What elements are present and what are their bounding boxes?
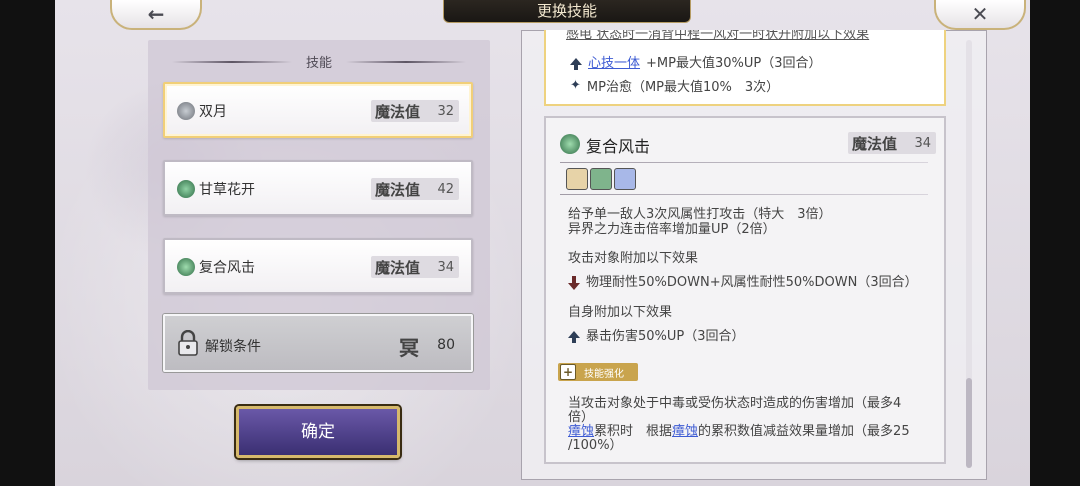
enhance-badge-label: 技能强化 [584,369,624,380]
effect-text: MP治愈（MP最大值10% 3次） [586,80,780,95]
mp-value: 34 [914,136,931,151]
unlock-requirement-icon: 冥 [399,336,419,360]
mp-cost: 魔法值 34 [848,132,936,154]
target-heading: 攻击对象附加以下效果 [568,251,699,266]
detail-skill-name: 复合风击 [586,137,651,156]
skill-enhance-badge: + 技能强化 [558,363,638,381]
mp-label: 魔法值 [375,259,421,277]
sparkle-icon: ✦ [570,78,581,93]
mp-cost: 魔法值 42 [371,178,459,200]
self-heading: 自身附加以下效果 [568,305,673,320]
selected-skill-effects: 感电 状态时一消背中程一风对一时状开附加以下效果 心技一体 +MP最大值30%U… [544,30,946,106]
plus-icon: + [560,364,576,380]
mp-value: 42 [437,182,454,197]
divider [560,162,928,163]
mp-cost: 魔法值 32 [371,100,459,122]
buff-up-icon [570,58,582,70]
self-effect-row: 暴击伤害50%UP（3回合） [568,329,745,344]
target-effect: 物理耐性50%DOWN+风属性耐性50%DOWN（3回合） [586,275,918,290]
enhance-text: 的累积数值减益效果量增加（最多25 [698,424,910,439]
debuff-down-icon [568,276,580,290]
enhance-text: /100%） [568,438,623,453]
lock-icon [178,330,198,356]
close-icon: ✕ [971,2,989,26]
sword-attribute-icon [566,168,588,190]
buff-up-icon [568,331,580,343]
divider [560,194,928,195]
effect-text: +MP最大值30%UP（3回合） [646,56,822,71]
combo-attribute-icon [614,168,636,190]
enhance-text: 累积时 根据 [594,424,673,439]
enhance-text: 当攻击对象处于中毒或受伤状态时造成的伤害增加（最多4 [568,396,902,411]
skill-name: 甘草花开 [199,182,255,198]
back-arrow-icon: ← [147,2,165,26]
effect-row-xinji: 心技一体 +MP最大值30%UP（3回合） [570,52,821,71]
mp-cost: 魔法值 34 [371,256,459,278]
back-button[interactable]: ← [110,0,202,30]
leaf-skill-icon [177,180,195,198]
confirm-button[interactable]: 确定 [236,406,400,458]
skill-detail-card: 复合风击 魔法值 34 给予单一敌人3次风属性打攻击（特大 3倍） 异界之力连击… [544,116,946,464]
skill-card-fuhe[interactable]: 复合风击 魔法值 34 [163,238,473,294]
wind-skill-icon [177,258,195,276]
effect-line: 给予单一敌人3次风属性打攻击（特大 3倍） [568,207,832,222]
enhance-text: 倍） [568,410,595,425]
skill-name: 复合风击 [199,260,255,276]
mp-label: 魔法值 [375,103,421,121]
skill-card-shuangyue[interactable]: 双月 魔法值 32 [163,82,473,138]
unlock-condition-label: 解锁条件 [205,339,261,355]
header-ornament-right [346,61,466,63]
zhangshi-link[interactable]: 瘴蚀 [672,424,698,439]
mp-label: 魔法值 [375,181,421,199]
self-effect: 暴击伤害50%UP（3回合） [586,329,745,344]
partial-effect-text: 感电 状态时一消背中程一风对一时状开附加以下效果 [566,30,870,42]
mp-value: 34 [437,260,454,275]
xinji-link[interactable]: 心技一体 [588,52,640,71]
mp-value: 32 [437,104,454,119]
wind-skill-icon [560,134,580,154]
locked-skill-slot[interactable]: 解锁条件 冥 80 [163,314,473,372]
skill-name: 双月 [199,104,227,120]
effect-line: 异界之力连击倍率增加量UP（2倍） [568,222,776,237]
enhance-text-row: 瘴蚀累积时 根据瘴蚀的累积数值减益效果量增加（最多25 [568,424,910,439]
wind-attribute-icon [590,168,612,190]
close-button[interactable]: ✕ [934,0,1026,30]
page-title: 更换技能 [443,0,691,23]
wind-skill-icon [177,102,195,120]
element-icons [566,168,636,190]
mp-label: 魔法值 [852,135,898,153]
detail-scrollbar-thumb[interactable] [966,378,972,468]
target-effect-row: 物理耐性50%DOWN+风属性耐性50%DOWN（3回合） [568,275,918,290]
unlock-requirement-value: 80 [437,337,455,353]
zhangshi-link[interactable]: 瘴蚀 [568,424,594,439]
skill-card-gancao[interactable]: 甘草花开 魔法值 42 [163,160,473,216]
effect-row-mp-heal: ✦ MP治愈（MP最大值10% 3次） [570,76,779,95]
